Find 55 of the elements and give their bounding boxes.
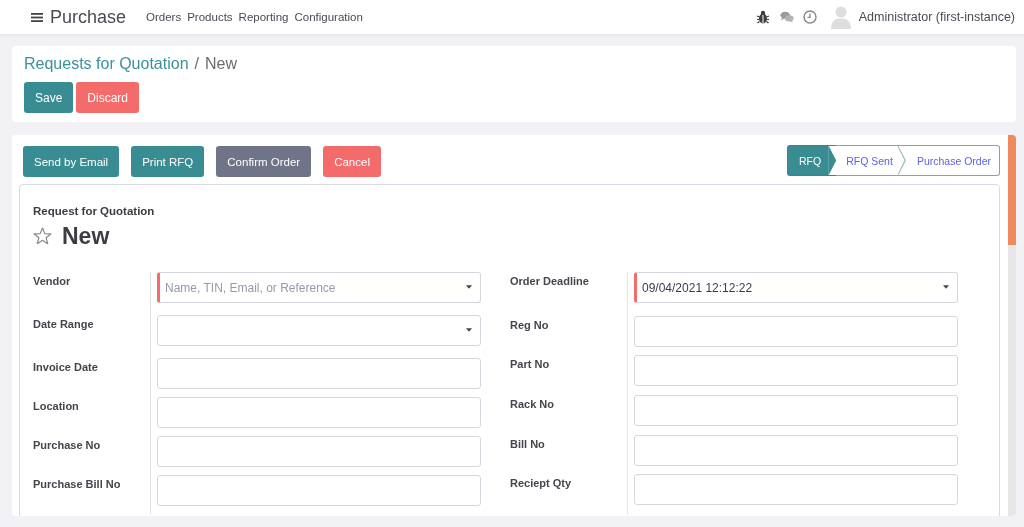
menu-item[interactable]: Orders — [146, 11, 182, 23]
field-label: Order Deadline — [510, 275, 589, 287]
caret-icon — [943, 285, 949, 289]
input-field[interactable] — [634, 474, 958, 506]
field-label: Vendor — [33, 275, 71, 287]
field-label: Purchase Bill No — [33, 478, 121, 490]
bug-icon[interactable] — [755, 10, 770, 24]
menu-item[interactable]: Configuration — [294, 11, 363, 23]
field-label: Rack No — [510, 398, 555, 410]
field-label: Bill No — [510, 437, 545, 450]
app-title[interactable]: Purchase — [50, 8, 127, 26]
chat-icon[interactable] — [779, 10, 794, 24]
discard-button[interactable]: Discard — [76, 82, 140, 113]
scrollbar-thumb[interactable] — [1008, 135, 1016, 245]
caret-icon — [466, 285, 472, 289]
breadcrumb-separator: / — [194, 55, 199, 73]
menu-item[interactable]: Products — [187, 11, 233, 23]
save-button[interactable]: Save — [24, 82, 74, 113]
danger-button[interactable]: Cancel — [323, 146, 381, 177]
input-field[interactable] — [634, 395, 958, 426]
input-field[interactable] — [157, 397, 481, 428]
breadcrumb-current: New — [205, 55, 237, 73]
input-field[interactable] — [634, 434, 958, 466]
user-name[interactable]: Administrator (first-instance) — [858, 10, 1015, 24]
secondary-button[interactable]: Confirm Order — [216, 146, 312, 177]
primary-button[interactable]: Send by Email — [23, 146, 120, 177]
field-label: Location — [33, 400, 79, 412]
clock-icon[interactable] — [802, 10, 817, 24]
caret-icon — [466, 328, 472, 332]
status-step[interactable]: RFQ — [787, 145, 837, 176]
record-title: New — [62, 222, 110, 250]
input-field[interactable] — [634, 315, 958, 347]
select-field[interactable]: 09/04/2021 12:12:22 — [634, 272, 958, 303]
select-field[interactable]: Name, TIN, Email, or Reference — [157, 272, 481, 303]
field-label: Part No — [510, 358, 550, 371]
status-step[interactable]: Purchase Order — [905, 145, 1000, 176]
select-field[interactable] — [157, 315, 481, 346]
primary-button[interactable]: Print RFQ — [131, 146, 205, 177]
field-label: Reg No — [510, 318, 549, 331]
input-field[interactable] — [157, 358, 481, 389]
form-subtitle: Request for Quotation — [33, 205, 155, 217]
scrollbar-track[interactable] — [1008, 135, 1016, 516]
status-step[interactable]: RFQ Sent — [836, 145, 906, 176]
menu-item[interactable]: Reporting — [238, 11, 289, 23]
input-field[interactable] — [157, 436, 481, 467]
input-field[interactable] — [157, 475, 481, 506]
field-label: Purchase No — [33, 439, 101, 451]
avatar-icon[interactable] — [829, 5, 852, 29]
menu-icon[interactable] — [31, 12, 43, 22]
field-label: Date Range — [33, 318, 94, 330]
breadcrumb-link[interactable]: Requests for Quotation — [24, 55, 189, 73]
field-label: Invoice Date — [33, 361, 98, 373]
input-field[interactable] — [634, 355, 958, 387]
star-icon[interactable] — [33, 227, 52, 245]
field-label: Reciept Qty — [510, 477, 572, 490]
